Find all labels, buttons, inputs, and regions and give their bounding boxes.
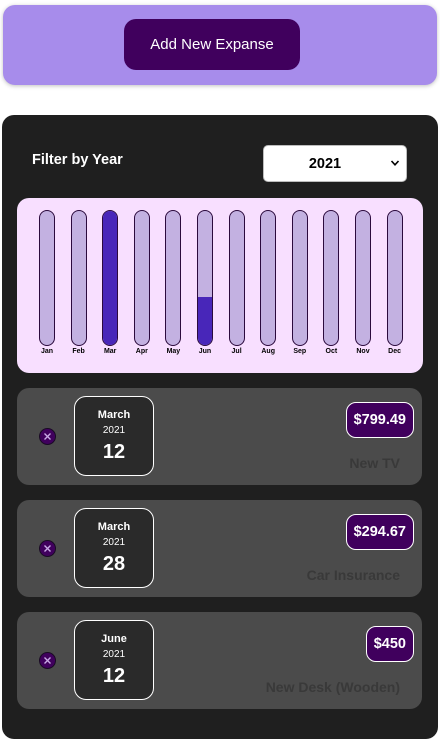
expense-date-month: June <box>101 633 127 645</box>
expense-item: June 2021 12 $450 New Desk (Wooden) <box>17 612 422 709</box>
year-select[interactable]: 2021 <box>263 145 407 182</box>
chart-bar-track <box>70 210 87 346</box>
year-select-value: 2021 <box>308 155 342 172</box>
chevron-down-icon <box>390 160 400 166</box>
expense-date-year: 2021 <box>102 649 126 660</box>
expense-amount: $294.67 <box>345 514 414 550</box>
chart-bar-sep: Sep <box>291 210 308 360</box>
delete-expense-button[interactable] <box>39 428 56 445</box>
chart-bar-track <box>260 210 277 346</box>
chart-bar-nov: Nov <box>355 210 371 360</box>
expense-title: New TV <box>349 455 400 471</box>
monthly-expense-chart: Jan Feb Mar Apr May Jun Jul Aug Sep Oct Nov Dec <box>17 198 423 373</box>
chart-bar-fill <box>198 296 212 345</box>
chart-bar-feb: Feb <box>70 210 87 360</box>
chart-bar-track <box>323 210 340 346</box>
chart-bar-track <box>197 210 213 346</box>
chart-bar-track <box>133 210 150 346</box>
chart-bar-label: Jun <box>198 348 212 355</box>
expense-date-month: March <box>97 409 131 421</box>
close-icon <box>44 657 51 664</box>
expense-date-day: 12 <box>102 665 126 687</box>
chart-bar-label: Dec <box>388 348 402 355</box>
filter-label: Filter by Year <box>32 152 123 168</box>
expense-date-day: 28 <box>102 553 126 575</box>
chart-bar-label: May <box>166 348 181 355</box>
chart-bar-oct: Oct <box>323 210 340 360</box>
chart-bar-track <box>228 210 245 346</box>
chart-bar-label: Oct <box>325 348 338 355</box>
close-icon <box>44 433 51 440</box>
chart-bar-label: Sep <box>293 348 307 355</box>
expense-amount: $799.49 <box>345 402 414 438</box>
chart-bar-may: May <box>165 210 182 360</box>
chart-bar-jul: Jul <box>228 210 245 360</box>
expense-item: March 2021 12 $799.49 New TV <box>17 388 422 485</box>
chart-bar-label: Jan <box>40 348 54 355</box>
chart-bar-label: Feb <box>72 348 85 355</box>
chart-bar-aug: Aug <box>260 210 277 360</box>
delete-expense-button[interactable] <box>39 540 56 557</box>
chart-bar-track <box>386 210 403 346</box>
expense-date-month: March <box>97 521 131 533</box>
expense-item: March 2021 28 $294.67 Car Insurance <box>17 500 422 597</box>
expense-date: March 2021 28 <box>74 508 154 588</box>
chart-bar-track <box>355 210 371 346</box>
close-icon <box>44 545 51 552</box>
chart-bar-label: Aug <box>261 348 275 355</box>
chart-bar-label: Jul <box>231 348 242 355</box>
chart-bar-label: Nov <box>356 348 370 355</box>
expense-date-year: 2021 <box>102 537 126 548</box>
expense-date-year: 2021 <box>102 425 126 436</box>
chart-bar-label: Mar <box>103 348 117 355</box>
chart-bar-track <box>39 210 55 346</box>
expense-title: New Desk (Wooden) <box>265 679 400 695</box>
chart-bar-jun: Jun <box>197 210 213 360</box>
expense-date: March 2021 12 <box>74 396 154 476</box>
chart-bar-dec: Dec <box>386 210 403 360</box>
expense-date: June 2021 12 <box>74 620 154 700</box>
expense-date-day: 12 <box>102 441 126 463</box>
expense-amount: $450 <box>365 626 414 662</box>
add-new-expense-button[interactable]: Add New Expanse <box>124 19 300 70</box>
chart-bar-track <box>102 210 119 346</box>
expense-title: Car Insurance <box>306 567 400 583</box>
chart-bar-label: Apr <box>135 348 148 355</box>
chart-bar-track <box>165 210 182 346</box>
chart-bar-apr: Apr <box>133 210 150 360</box>
chart-bar-mar: Mar <box>102 210 119 360</box>
chart-bar-track <box>291 210 308 346</box>
chart-bar-fill <box>103 211 118 345</box>
delete-expense-button[interactable] <box>39 652 56 669</box>
chart-bar-jan: Jan <box>39 210 55 360</box>
